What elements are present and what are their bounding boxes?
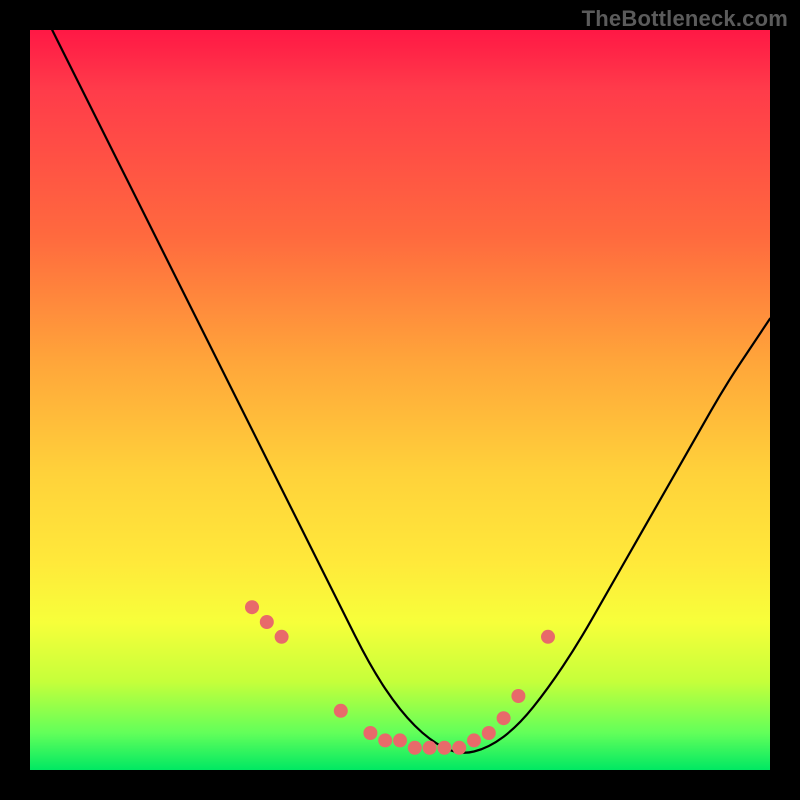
highlight-dot (437, 741, 451, 755)
plot-area (30, 30, 770, 770)
highlight-dot (467, 733, 481, 747)
highlight-dot (423, 741, 437, 755)
highlight-dot (334, 704, 348, 718)
watermark-text: TheBottleneck.com (582, 6, 788, 32)
highlight-dot (393, 733, 407, 747)
highlight-dot (363, 726, 377, 740)
highlight-dot (378, 733, 392, 747)
curve-svg (30, 30, 770, 770)
highlight-dot (245, 600, 259, 614)
highlight-dot (541, 630, 555, 644)
highlight-dot (275, 630, 289, 644)
highlight-dot (482, 726, 496, 740)
highlight-dot (408, 741, 422, 755)
highlight-dot (511, 689, 525, 703)
chart-frame: TheBottleneck.com (0, 0, 800, 800)
highlight-dot (497, 711, 511, 725)
highlight-dot (260, 615, 274, 629)
bottleneck-curve (52, 30, 770, 753)
highlight-dot (452, 741, 466, 755)
